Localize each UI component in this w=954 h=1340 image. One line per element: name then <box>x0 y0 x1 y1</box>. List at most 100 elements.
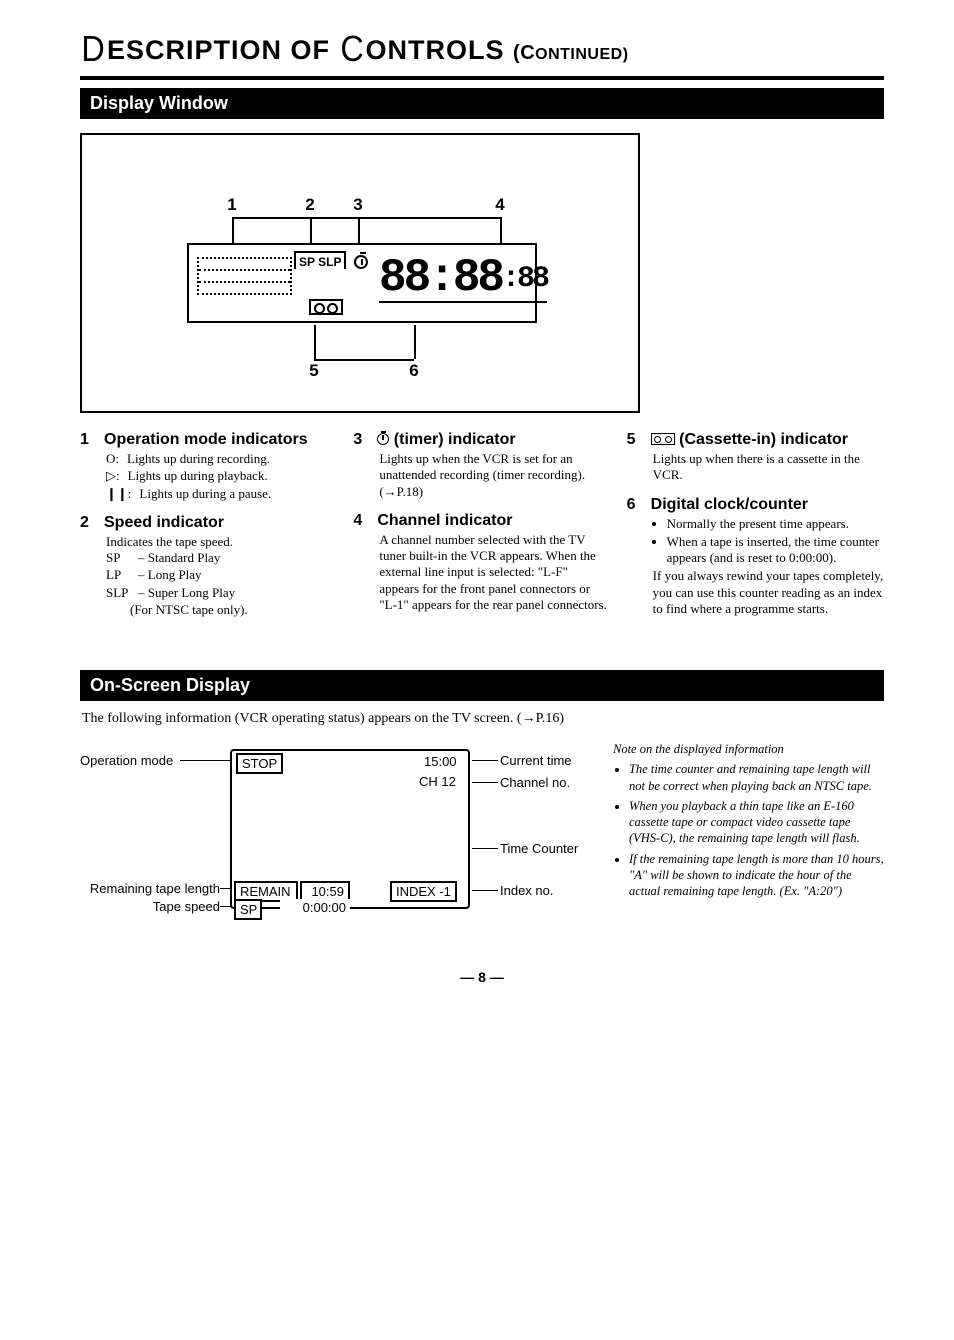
item-6-bullet-0: Normally the present time appears. <box>667 516 884 532</box>
section-bar-display-window: Display Window <box>80 88 884 119</box>
column-3: 5 (Cassette-in) indicator Lights up when… <box>627 431 884 630</box>
cassette-icon <box>309 299 343 315</box>
osd-note-2: If the remaining tape length is more tha… <box>629 851 884 900</box>
tick-6 <box>414 325 416 359</box>
osd-note-heading: Note on the displayed information <box>613 741 884 757</box>
tv-ch: CH 12 <box>415 773 460 790</box>
section-bar-osd: On-Screen Display <box>80 670 884 701</box>
operation-mode-icons-area <box>197 257 292 295</box>
item-1-num: 1 <box>80 431 94 449</box>
osd-wrap: Operation mode Remaining tape length Tap… <box>80 741 884 941</box>
page-title: DESCRIPTION OF CONTROLS (CONTINUED) <box>80 28 884 80</box>
label-index-no: Index no. <box>500 883 554 898</box>
lead-cur-time <box>472 760 498 761</box>
tick-4 <box>500 217 502 243</box>
item-1-row0-text: Lights up during recording. <box>127 451 270 467</box>
item-5-heading-text: (Cassette-in) indicator <box>679 431 848 448</box>
item-3-heading: (timer) indicator <box>377 431 515 449</box>
item-6-bullets: Normally the present time appears. When … <box>627 516 884 567</box>
item-2-row2-text: – Super Long Play <box>138 585 235 601</box>
osd-intro: The following information (VCR operating… <box>82 711 884 727</box>
tv-counter: 0:00:00 <box>280 899 350 916</box>
title-part2: ONTROLS <box>366 35 514 65</box>
item-1-row1-icon: ▷: <box>106 468 120 484</box>
item-3-num: 3 <box>353 431 367 449</box>
cassette-inline-icon <box>651 433 675 445</box>
item-1-row1-text: Lights up during playback. <box>128 468 268 484</box>
item-1-row0-icon: O: <box>106 451 119 467</box>
item-2-row1-icon: LP <box>106 567 130 583</box>
item-1-rows: O: Lights up during recording. ▷: Lights u… <box>80 451 337 502</box>
osd-note-0: The time counter and remaining tape leng… <box>629 761 884 794</box>
callout-5: 5 <box>304 361 324 381</box>
label-tape-speed: Tape speed <box>80 899 220 914</box>
tick-3 <box>358 217 360 243</box>
item-1-row2-icon: ❙❙: <box>106 486 131 502</box>
top-tick-bar <box>232 217 500 219</box>
tv-sp: SP <box>234 899 262 920</box>
item-2-row1-text: – Long Play <box>138 567 202 583</box>
item-6-num: 6 <box>627 496 641 514</box>
callout-4: 4 <box>490 195 510 215</box>
label-op-mode: Operation mode <box>80 753 173 768</box>
osd-note-list: The time counter and remaining tape leng… <box>613 761 884 899</box>
item-3-body: Lights up when the VCR is set for an una… <box>353 451 610 500</box>
item-4-body: A channel number selected with the TV tu… <box>353 532 610 613</box>
item-5-body: Lights up when there is a cassette in th… <box>627 451 884 484</box>
speed-label: SP SLP <box>294 251 346 269</box>
column-1: 1 Operation mode indicators O: Lights up d… <box>80 431 337 630</box>
page-number: — 8 — <box>80 969 884 985</box>
item-2-rows: SP– Standard Play LP– Long Play SLP– Sup… <box>80 550 337 601</box>
item-4-num: 4 <box>353 512 367 530</box>
item-2-lead: Indicates the tape speed. <box>80 534 337 550</box>
item-2-num: 2 <box>80 514 94 532</box>
callout-6: 6 <box>404 361 424 381</box>
title-cap-c: C <box>340 28 364 70</box>
item-5-num: 5 <box>627 431 641 449</box>
label-ch-no: Channel no. <box>500 775 570 790</box>
tv-stop: STOP <box>236 753 283 774</box>
osd-note: Note on the displayed information The ti… <box>613 741 884 941</box>
digits-sub: :88 <box>502 262 547 296</box>
item-2-row2-icon: SLP <box>106 585 130 601</box>
tv-time: 15:00 <box>420 753 461 770</box>
digits-main: 88:88 <box>379 252 502 304</box>
timer-icon <box>354 255 368 269</box>
item-1: 1 Operation mode indicators O: Lights up d… <box>80 431 337 502</box>
item-2-heading: Speed indicator <box>104 514 224 532</box>
tick-2 <box>310 217 312 243</box>
item-3-heading-text: (timer) indicator <box>394 431 516 448</box>
tv-index: INDEX -1 <box>390 881 457 902</box>
bottom-tick-bar <box>314 359 414 361</box>
item-5-heading: (Cassette-in) indicator <box>651 431 848 449</box>
lead-ch-no <box>472 782 498 783</box>
display-items-columns: 1 Operation mode indicators O: Lights up d… <box>80 431 884 630</box>
item-1-heading: Operation mode indicators <box>104 431 308 449</box>
item-2-row0-text: – Standard Play <box>138 550 220 566</box>
tick-1 <box>232 217 234 243</box>
osd-note-1: When you playback a thin tape like an E-… <box>629 798 884 847</box>
title-cap-d: D <box>81 28 105 70</box>
item-6-tail: If you always rewind your tapes complete… <box>627 568 884 617</box>
item-6: 6 Digital clock/counter Normally the pres… <box>627 496 884 618</box>
column-2: 3 (timer) indicator Lights up when the V… <box>353 431 610 630</box>
item-6-heading: Digital clock/counter <box>651 496 808 514</box>
lead-time-counter <box>472 848 498 849</box>
title-part1: ESCRIPTION OF <box>107 35 339 65</box>
item-6-bullet-1: When a tape is inserted, the time counte… <box>667 534 884 567</box>
title-cont-open: (C <box>513 42 535 64</box>
title-continued: (CONTINUED) <box>513 46 629 63</box>
osd-diagram: Operation mode Remaining tape length Tap… <box>80 741 593 941</box>
callout-1: 1 <box>222 195 242 215</box>
lcd-panel: SP SLP 88:88:88 <box>187 243 537 323</box>
lead-op-mode <box>180 760 230 761</box>
label-time-counter: Time Counter <box>500 841 578 856</box>
label-cur-time: Current time <box>500 753 572 768</box>
label-remain: Remaining tape length <box>80 881 220 896</box>
tick-5 <box>314 325 316 359</box>
callout-2: 2 <box>300 195 320 215</box>
item-3: 3 (timer) indicator Lights up when the V… <box>353 431 610 500</box>
item-4-heading: Channel indicator <box>377 512 512 530</box>
item-5: 5 (Cassette-in) indicator Lights up when… <box>627 431 884 484</box>
item-2: 2 Speed indicator Indicates the tape spee… <box>80 514 337 618</box>
